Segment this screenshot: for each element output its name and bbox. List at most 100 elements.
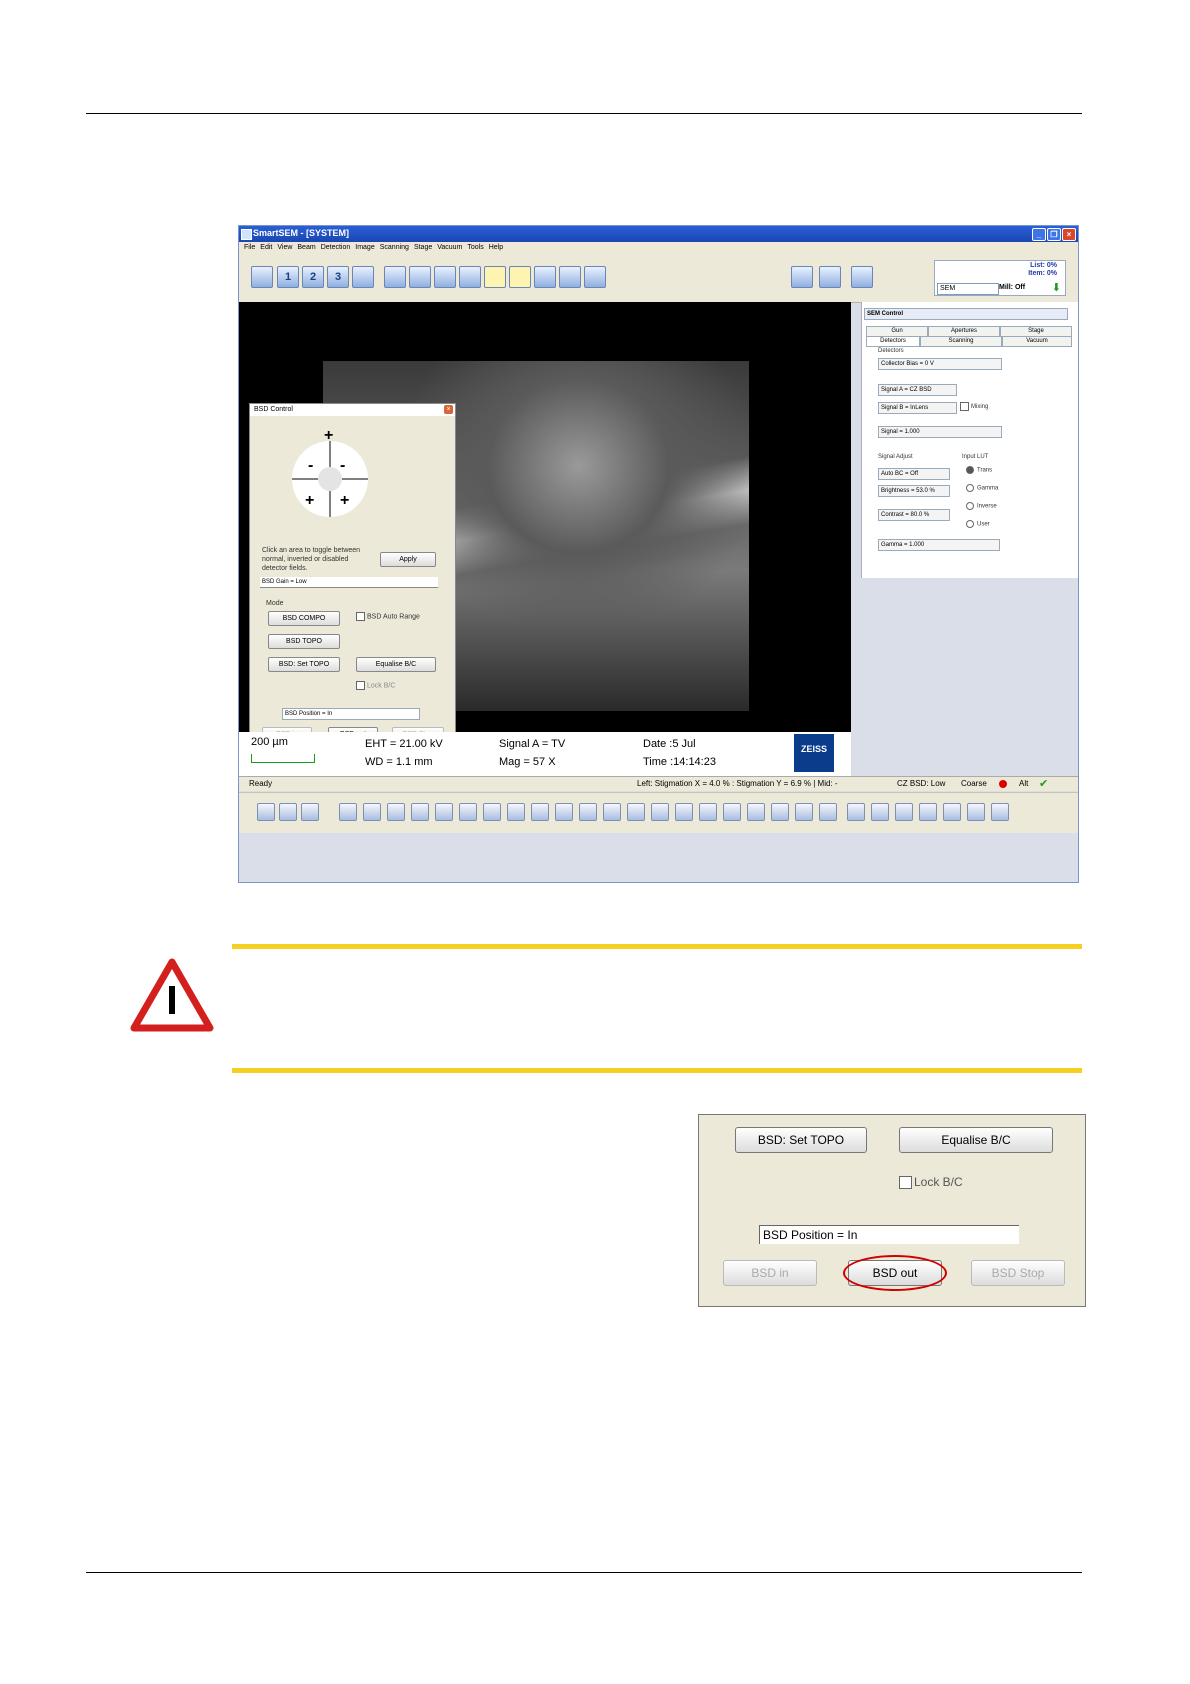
- menu-stage[interactable]: Stage: [414, 244, 432, 251]
- bsd-close-button[interactable]: ×: [444, 405, 453, 414]
- signal-slider[interactable]: Signal = 1.000: [878, 426, 1002, 438]
- sync-icon[interactable]: [352, 266, 374, 288]
- menu-tools[interactable]: Tools: [467, 244, 483, 251]
- camera-tool-icon[interactable]: [483, 803, 501, 821]
- save-image-icon[interactable]: [434, 266, 456, 288]
- radius-icon[interactable]: [795, 803, 813, 821]
- alarm-icon[interactable]: [819, 266, 841, 288]
- zoom-lock-checkbox[interactable]: Lock B/C: [899, 1175, 963, 1190]
- menu-edit[interactable]: Edit: [260, 244, 272, 251]
- wizard-icon[interactable]: [534, 266, 556, 288]
- mixing-box[interactable]: [960, 402, 969, 411]
- segment-bottom-right-plus[interactable]: +: [340, 492, 349, 510]
- tab-scanning[interactable]: Scanning: [920, 336, 1002, 347]
- signal-a-select[interactable]: Signal A = CZ BSD: [878, 384, 957, 396]
- lut-user-dot[interactable]: [966, 520, 974, 528]
- zoom-set-topo-button[interactable]: BSD: Set TOPO: [735, 1127, 867, 1153]
- menu-beam[interactable]: Beam: [297, 244, 315, 251]
- zoom-lock-box[interactable]: [899, 1176, 912, 1190]
- horizontal-measure-icon[interactable]: [895, 803, 913, 821]
- beam-icon[interactable]: [484, 266, 506, 288]
- tab-detectors[interactable]: Detectors: [866, 336, 920, 347]
- circle-icon[interactable]: [651, 803, 669, 821]
- barcode-icon[interactable]: [967, 803, 985, 821]
- image-area[interactable]: BSD Control × + - - + + Click an area to…: [239, 302, 851, 780]
- bsd-gain-select[interactable]: BSD Gain = Low: [260, 577, 438, 588]
- area-icon[interactable]: [771, 803, 789, 821]
- grid-icon[interactable]: [919, 803, 937, 821]
- menu-detection[interactable]: Detection: [321, 244, 351, 251]
- distance-icon[interactable]: [699, 803, 717, 821]
- polyline-icon[interactable]: [747, 803, 765, 821]
- preset-1-icon[interactable]: 1: [277, 266, 299, 288]
- zoom-equalise-button[interactable]: Equalise B/C: [899, 1127, 1053, 1153]
- globe-icon[interactable]: [257, 803, 275, 821]
- auto-bc-select[interactable]: Auto BC = Off: [878, 468, 950, 480]
- file-list-icon[interactable]: [279, 803, 297, 821]
- lut-trans-dot[interactable]: [966, 466, 974, 474]
- lock-bc-box[interactable]: [356, 681, 365, 690]
- menu-view[interactable]: View: [277, 244, 292, 251]
- pointer-icon[interactable]: [363, 803, 381, 821]
- equalise-bc-button[interactable]: Equalise B/C: [356, 657, 436, 672]
- restore-button[interactable]: ❐: [1047, 228, 1061, 241]
- folder-icon[interactable]: [411, 803, 429, 821]
- lut-gamma-dot[interactable]: [966, 484, 974, 492]
- zoom-bsd-in-button[interactable]: BSD in: [723, 1260, 817, 1286]
- zoom-bsd-stop-button[interactable]: BSD Stop: [971, 1260, 1065, 1286]
- text-icon[interactable]: [507, 803, 525, 821]
- segment-right-minus[interactable]: -: [340, 457, 345, 475]
- height-icon[interactable]: [819, 803, 837, 821]
- vertical-measure-icon[interactable]: [871, 803, 889, 821]
- contrast-slider[interactable]: Contrast = 80.0 %: [878, 509, 950, 521]
- print-icon[interactable]: [459, 266, 481, 288]
- rectangle-icon[interactable]: [603, 803, 621, 821]
- menu-scanning[interactable]: Scanning: [380, 244, 409, 251]
- histogram-icon[interactable]: [943, 803, 961, 821]
- collector-bias-field[interactable]: Collector Bias = 0 V: [878, 358, 1002, 370]
- lock-bc-checkbox[interactable]: Lock B/C: [356, 681, 395, 690]
- preset-2-icon[interactable]: 2: [302, 266, 324, 288]
- bsd-compo-button[interactable]: BSD COMPO: [268, 611, 340, 626]
- beam-alt-icon[interactable]: [509, 266, 531, 288]
- line-icon[interactable]: [579, 803, 597, 821]
- user-tool-icon[interactable]: [459, 803, 477, 821]
- export-icon[interactable]: [991, 803, 1009, 821]
- bsd-set-topo-button[interactable]: BSD: Set TOPO: [268, 657, 340, 672]
- lut-inverse-dot[interactable]: [966, 502, 974, 510]
- auto-range-box[interactable]: [356, 612, 365, 621]
- menu-help[interactable]: Help: [489, 244, 503, 251]
- annotate-icon[interactable]: [339, 803, 357, 821]
- mixing-checkbox[interactable]: Mixing: [960, 402, 988, 411]
- user-icon[interactable]: [791, 266, 813, 288]
- stage-icon[interactable]: [584, 266, 606, 288]
- segment-top-plus[interactable]: +: [324, 427, 333, 445]
- spacing-icon[interactable]: [847, 803, 865, 821]
- menu-file[interactable]: File: [244, 244, 255, 251]
- document-icon[interactable]: [301, 803, 319, 821]
- apply-button[interactable]: Apply: [380, 552, 436, 567]
- ellipse-icon[interactable]: [627, 803, 645, 821]
- tab-vacuum[interactable]: Vacuum: [1002, 336, 1072, 347]
- stamp-icon[interactable]: [555, 803, 573, 821]
- minimize-button[interactable]: _: [1032, 228, 1046, 241]
- preset-3-icon[interactable]: 3: [327, 266, 349, 288]
- gamma-slider[interactable]: Gamma = 1.000: [878, 539, 1000, 551]
- signal-b-select[interactable]: Signal B = InLens: [878, 402, 957, 414]
- screen-icon[interactable]: [851, 266, 873, 288]
- lut-user-radio[interactable]: User: [966, 520, 990, 528]
- layers-icon[interactable]: [531, 803, 549, 821]
- detector-quadrant-pad[interactable]: + - - + +: [290, 427, 370, 519]
- brightness-slider[interactable]: Brightness = 53.0 %: [878, 485, 950, 497]
- mode-select[interactable]: SEM: [937, 283, 999, 295]
- segment-bottom-left-plus[interactable]: +: [305, 492, 314, 510]
- detector-icon[interactable]: [384, 266, 406, 288]
- bsd-topo-button[interactable]: BSD TOPO: [268, 634, 340, 649]
- segment-left-minus[interactable]: -: [308, 457, 313, 475]
- lut-inverse-radio[interactable]: Inverse: [966, 502, 997, 510]
- go-arrow-icon[interactable]: ⬇: [1052, 281, 1061, 294]
- menu-image[interactable]: Image: [355, 244, 374, 251]
- copy-icon[interactable]: [435, 803, 453, 821]
- auto-range-checkbox[interactable]: BSD Auto Range: [356, 612, 420, 621]
- monitor-icon[interactable]: [409, 266, 431, 288]
